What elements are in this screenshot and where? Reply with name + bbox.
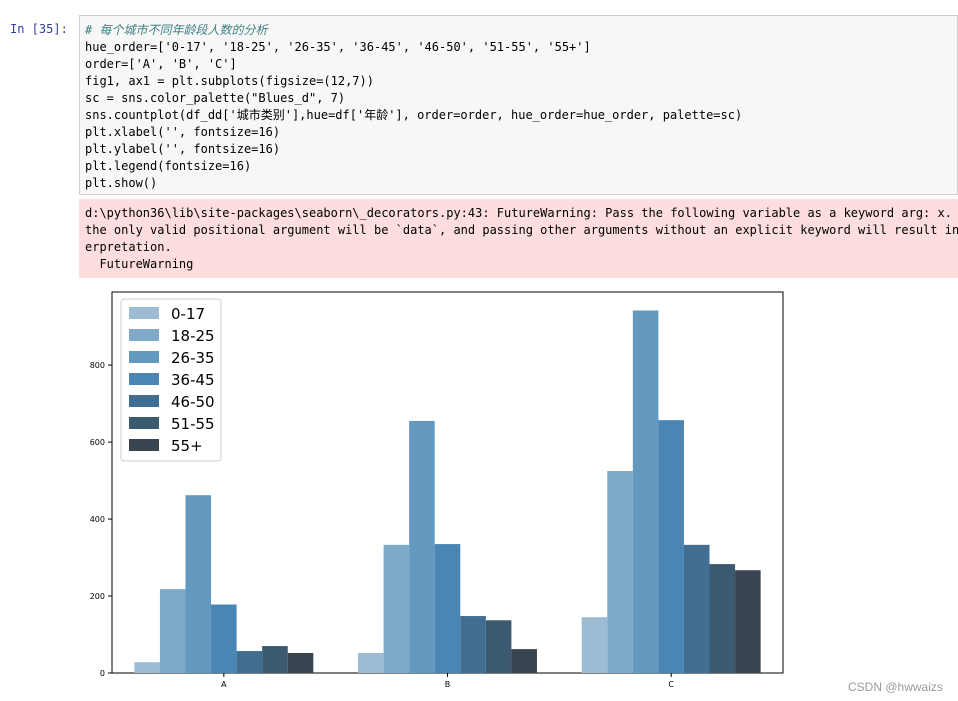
warning-line: erpretation. [85, 240, 172, 254]
bar [511, 649, 537, 673]
code-line: hue_order=['0-17', '18-25', '26-35', '36… [85, 40, 591, 54]
chart-output: 0 200 400 600 800 A B C 0-17 18-25 26-35 36-45 46-50… [79, 283, 799, 693]
legend-label: 55+ [171, 437, 203, 455]
bar [409, 420, 435, 673]
legend-swatch [129, 395, 159, 407]
warning-line: FutureWarning [85, 257, 194, 271]
legend-label: 0-17 [171, 305, 205, 323]
bar [485, 620, 512, 673]
warning-line: d:\python36\lib\site-packages\seaborn\_d… [85, 206, 958, 220]
x-tick-label: C [668, 680, 674, 689]
bar [683, 544, 710, 673]
bar [607, 470, 633, 673]
legend-label: 51-55 [171, 415, 215, 433]
bar [632, 310, 659, 673]
bar [159, 589, 186, 673]
bar [211, 604, 237, 673]
bar [185, 495, 212, 673]
bar [262, 646, 288, 673]
watermark: CSDN @hwwaizs [848, 680, 943, 694]
code-line: sc = sns.color_palette("Blues_d", 7) [85, 91, 346, 105]
bar [581, 617, 608, 673]
code-line: plt.ylabel('', fontsize=16) [85, 142, 281, 156]
bar [287, 652, 314, 673]
code-line: order=['A', 'B', 'C'] [85, 57, 237, 71]
code-line: plt.show() [85, 176, 158, 190]
y-tick-label: 600 [90, 438, 105, 447]
y-tick-label: 0 [100, 669, 105, 678]
countplot-chart: 0 200 400 600 800 A B C 0-17 18-25 26-35 36-45 46-50… [90, 291, 784, 689]
legend-swatch [129, 307, 159, 319]
cell-prompt: In [35]: [10, 22, 68, 36]
bar [358, 652, 384, 673]
bar [709, 564, 736, 673]
x-tick-label: A [221, 680, 227, 689]
legend-label: 26-35 [171, 349, 215, 367]
stderr-output: d:\python36\lib\site-packages\seaborn\_d… [79, 199, 958, 278]
legend-swatch [129, 329, 159, 341]
bar [236, 651, 263, 673]
legend-swatch [129, 439, 159, 451]
bar [134, 662, 160, 673]
y-tick-label: 200 [90, 592, 105, 601]
y-tick-label: 400 [90, 515, 105, 524]
code-line: plt.xlabel('', fontsize=16) [85, 125, 281, 139]
y-tick-label: 800 [90, 361, 105, 370]
legend-swatch [129, 417, 159, 429]
code-line: # 每个城市不同年龄段人数的分析 [85, 23, 268, 37]
legend-swatch [129, 351, 159, 363]
legend-label: 18-25 [171, 327, 215, 345]
legend-label: 46-50 [171, 393, 215, 411]
code-editor[interactable]: # 每个城市不同年龄段人数的分析 hue_order=['0-17', '18-… [79, 15, 958, 195]
warning-line: the only valid positional argument will … [85, 223, 958, 237]
bar [735, 570, 761, 673]
notebook-cell: In [35]: # 每个城市不同年龄段人数的分析 hue_order=['0-… [0, 0, 958, 701]
code-line: fig1, ax1 = plt.subplots(figsize=(12,7)) [85, 74, 374, 88]
x-tick-label: B [445, 680, 451, 689]
code-line: plt.legend(fontsize=16) [85, 159, 252, 173]
code-line: sns.countplot(df_dd['城市类别'],hue=df['年龄']… [85, 108, 743, 122]
bar [434, 544, 461, 673]
bar [658, 420, 684, 673]
bar [460, 616, 486, 673]
legend-label: 36-45 [171, 371, 215, 389]
bar [383, 544, 410, 673]
legend-swatch [129, 373, 159, 385]
